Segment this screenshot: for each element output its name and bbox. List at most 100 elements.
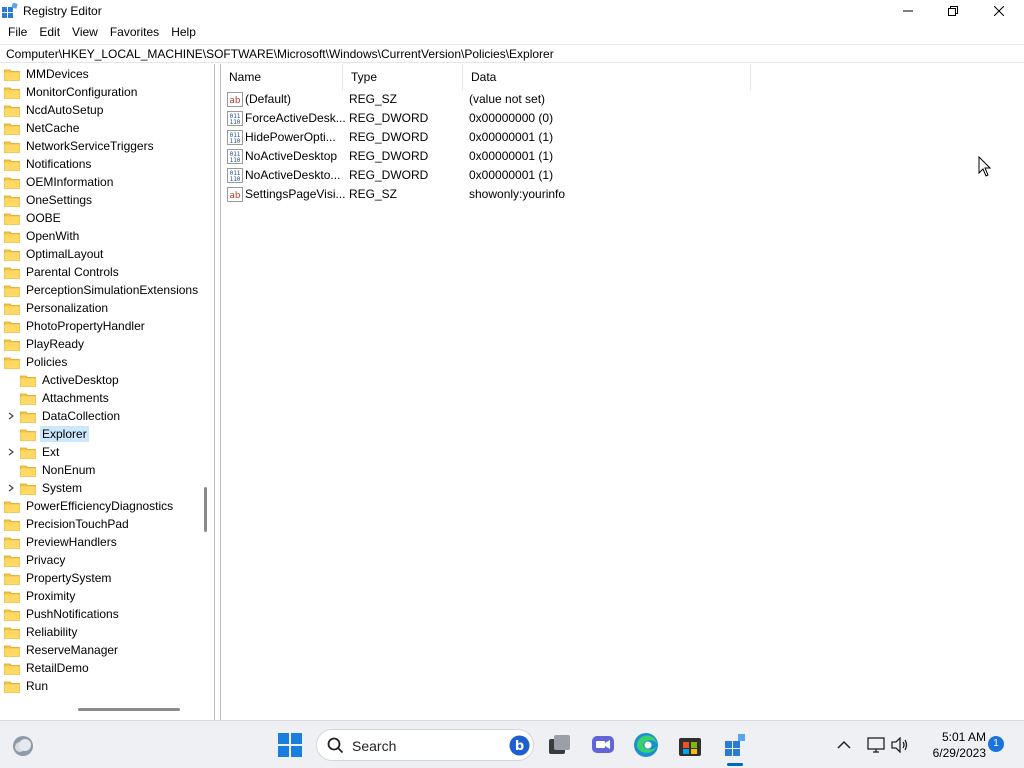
tree-item-label: DataCollection — [42, 409, 121, 423]
tree-item[interactable]: PropertySystem — [4, 569, 113, 587]
weather-widget-button[interactable] — [9, 731, 37, 759]
tree-item-label: Personalization — [26, 301, 109, 315]
restore-icon — [948, 6, 958, 16]
tree-item[interactable]: Privacy — [4, 551, 67, 569]
edge-browser-button[interactable] — [632, 731, 660, 759]
folder-icon — [4, 105, 20, 117]
value-row[interactable]: 011 110 NoActiveDeskto... REG_DWORD 0x000000… — [221, 166, 781, 185]
tree-item[interactable]: NetCache — [4, 119, 81, 137]
microsoft-store-button[interactable] — [676, 731, 704, 759]
folder-icon — [20, 411, 36, 423]
tree-item[interactable]: PhotoPropertyHandler — [4, 317, 147, 335]
tree-item[interactable]: PushNotifications — [4, 605, 121, 623]
tree-item-label: PreviewHandlers — [26, 535, 117, 549]
tree-item[interactable]: System — [20, 479, 84, 497]
maximize-button[interactable] — [930, 0, 976, 22]
value-data: (value not set) — [469, 92, 546, 106]
tree-item[interactable]: Ext — [20, 443, 61, 461]
bing-icon[interactable]: b — [509, 735, 530, 756]
svg-text:110: 110 — [230, 176, 241, 183]
address-bar[interactable]: Computer\HKEY_LOCAL_MACHINE\SOFTWARE\Mic… — [0, 44, 1024, 63]
chevron-right-icon[interactable] — [7, 412, 15, 420]
clock[interactable]: 5:01 AM 6/29/2023 — [916, 729, 986, 761]
menu-help[interactable]: Help — [165, 22, 202, 43]
tree-item-label: Proximity — [26, 589, 76, 603]
notification-badge[interactable]: 1 — [988, 736, 1004, 752]
tree-item[interactable]: OEMInformation — [4, 173, 115, 191]
tree-item-label: PlayReady — [26, 337, 85, 351]
value-type: REG_DWORD — [349, 111, 429, 125]
chevron-right-icon[interactable] — [7, 448, 15, 456]
chevron-right-icon[interactable] — [7, 484, 15, 492]
taskbar-search-box[interactable]: Search b — [316, 729, 534, 761]
cloud-icon — [13, 736, 33, 756]
value-row[interactable]: ab (Default) REG_SZ (value not set) — [221, 90, 781, 109]
key-tree-pane[interactable]: MMDevices MonitorConfiguration NcdAutoSetu… — [0, 64, 215, 720]
dword-value-icon: 011110 — [227, 168, 243, 183]
tree-item[interactable]: Run — [4, 677, 50, 695]
column-header-name[interactable]: Name — [221, 64, 343, 90]
tree-item[interactable]: PrecisionTouchPad — [4, 515, 131, 533]
volume-button[interactable] — [886, 731, 914, 759]
column-header-type[interactable]: Type — [343, 64, 463, 90]
tree-item-label: NcdAutoSetup — [26, 103, 104, 117]
value-row[interactable]: ab SettingsPageVisi... REG_SZ showonly:your… — [221, 185, 781, 204]
tree-item[interactable]: DataCollection — [20, 407, 122, 425]
tree-item[interactable]: PerceptionSimulationExtensions — [4, 281, 200, 299]
start-button[interactable] — [276, 731, 304, 759]
windows-logo-icon — [278, 733, 302, 757]
column-header-data[interactable]: Data — [463, 64, 751, 90]
tree-item[interactable]: MMDevices — [4, 65, 91, 83]
tree-item[interactable]: OneSettings — [4, 191, 94, 209]
teams-chat-button[interactable] — [589, 731, 617, 759]
clock-time: 5:01 AM — [941, 730, 986, 744]
key-tree: MMDevices MonitorConfiguration NcdAutoSetu… — [0, 64, 200, 704]
tree-item[interactable]: OpenWith — [4, 227, 81, 245]
registry-editor-taskbar-button[interactable] — [721, 731, 749, 759]
tree-item[interactable]: ReserveManager — [4, 641, 120, 659]
tree-item[interactable]: Reliability — [4, 623, 79, 641]
tree-item[interactable]: PowerEfficiencyDiagnostics — [4, 497, 175, 515]
tree-item-label: ActiveDesktop — [42, 373, 119, 387]
menu-favorites[interactable]: Favorites — [104, 22, 165, 43]
tree-item[interactable]: NonEnum — [20, 461, 97, 479]
tree-item[interactable]: Personalization — [4, 299, 110, 317]
tree-vertical-scrollbar[interactable] — [204, 487, 207, 532]
tree-item[interactable]: PlayReady — [4, 335, 86, 353]
tree-item[interactable]: OptimalLayout — [4, 245, 105, 263]
tree-item[interactable]: NetworkServiceTriggers — [4, 137, 156, 155]
tree-item[interactable]: Proximity — [4, 587, 77, 605]
value-name: ForceActiveDesk... — [245, 111, 346, 125]
tree-item[interactable]: PreviewHandlers — [4, 533, 119, 551]
folder-icon — [4, 501, 20, 513]
tree-horizontal-scrollbar[interactable] — [78, 708, 180, 711]
menu-edit[interactable]: Edit — [33, 22, 66, 43]
tree-item-label: Ext — [42, 445, 60, 459]
tree-item[interactable]: Attachments — [20, 389, 111, 407]
value-row[interactable]: 011 110 HidePowerOpti... REG_DWORD 0x0000000… — [221, 128, 781, 147]
menu-view[interactable]: View — [66, 22, 104, 43]
tree-item[interactable]: Explorer — [20, 425, 89, 443]
value-row[interactable]: 011 110 ForceActiveDesk... REG_DWORD 0x00000… — [221, 109, 781, 128]
folder-icon — [4, 267, 20, 279]
task-view-button[interactable] — [546, 731, 574, 759]
show-hidden-icons-button[interactable] — [830, 731, 858, 759]
minimize-button[interactable] — [885, 0, 931, 22]
tree-item-label: OneSettings — [26, 193, 93, 207]
tree-item[interactable]: MonitorConfiguration — [4, 83, 139, 101]
tree-item[interactable]: Parental Controls — [4, 263, 121, 281]
address-path[interactable]: Computer\HKEY_LOCAL_MACHINE\SOFTWARE\Mic… — [6, 47, 554, 61]
tree-item[interactable]: ActiveDesktop — [20, 371, 121, 389]
values-list-pane[interactable]: Name Type Data ab (Default) REG_SZ (value n… — [220, 64, 1024, 720]
tree-item[interactable]: OOBE — [4, 209, 63, 227]
close-button[interactable] — [976, 0, 1022, 22]
menu-file[interactable]: File — [2, 22, 33, 43]
tree-item[interactable]: RetailDemo — [4, 659, 91, 677]
tree-item[interactable]: Notifications — [4, 155, 93, 173]
value-row[interactable]: 011 110 NoActiveDesktop REG_DWORD 0x00000001… — [221, 147, 781, 166]
folder-icon — [4, 69, 20, 81]
tree-item[interactable]: NcdAutoSetup — [4, 101, 105, 119]
tree-item-label: MMDevices — [26, 67, 89, 81]
tree-item[interactable]: Policies — [4, 353, 69, 371]
svg-text:ab: ab — [229, 191, 241, 201]
